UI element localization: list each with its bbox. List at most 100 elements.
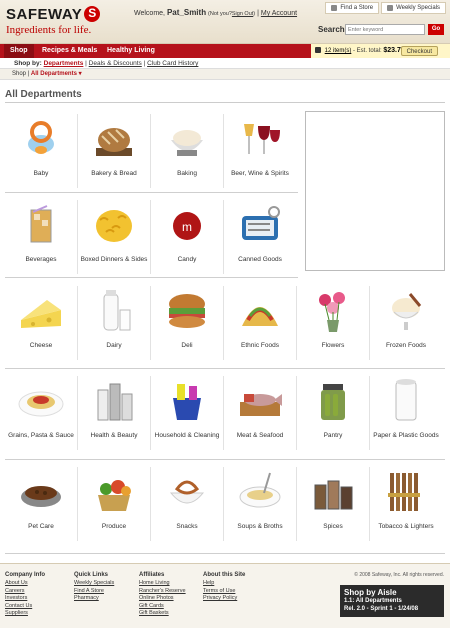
footer-link[interactable]: Careers [5, 588, 45, 596]
department-label[interactable]: Grains, Pasta & Sauce [5, 432, 77, 440]
department-label[interactable]: Paper & Plastic Goods [370, 432, 442, 440]
footer-link[interactable]: Investors [5, 595, 45, 603]
department-label[interactable]: Health & Beauty [78, 432, 150, 440]
shop-by-club-card[interactable]: Club Card History [147, 60, 198, 67]
safeway-logo[interactable]: SAFEWAY Ingredients for life. [6, 6, 101, 36]
department-tile[interactable]: Household & Cleaning [151, 372, 223, 454]
vegetable-basket-icon[interactable] [90, 467, 138, 515]
department-label[interactable]: Candy [151, 256, 223, 264]
pickle-jar-icon[interactable] [309, 376, 357, 424]
milk-bottle-icon[interactable] [90, 286, 138, 334]
spice-jars-icon[interactable] [309, 467, 357, 515]
my-account-link[interactable]: My Account [261, 10, 297, 17]
department-tile[interactable]: Pet Care [5, 463, 77, 545]
flour-bowl-icon[interactable] [163, 114, 211, 162]
sign-out-link[interactable]: Sign Out [232, 11, 253, 17]
footer-link[interactable]: Terms of Use [203, 588, 245, 596]
department-tile[interactable]: Frozen Foods [370, 282, 442, 364]
footer-link[interactable]: Rancher's Reserve [139, 588, 186, 596]
flower-vase-icon[interactable] [309, 286, 357, 334]
department-tile[interactable]: Ethnic Foods [224, 282, 296, 364]
department-label[interactable]: Pantry [297, 432, 369, 440]
department-label[interactable]: Soups & Broths [224, 523, 296, 531]
department-label[interactable]: Pet Care [5, 523, 77, 531]
department-label[interactable]: Household & Cleaning [151, 432, 223, 440]
fish-board-icon[interactable] [236, 376, 284, 424]
spaghetti-icon[interactable] [17, 376, 65, 424]
shop-by-deals[interactable]: Deals & Discounts [89, 60, 142, 67]
footer-link[interactable]: Contact Us [5, 603, 45, 611]
sandwich-icon[interactable] [163, 286, 211, 334]
sardine-can-icon[interactable] [236, 200, 284, 248]
department-tile[interactable]: Beer, Wine & Spirits [224, 110, 296, 192]
department-tile[interactable]: Health & Beauty [78, 372, 150, 454]
macaroni-icon[interactable] [90, 200, 138, 248]
department-tile[interactable]: Meat & Seafood [224, 372, 296, 454]
department-label[interactable]: Dairy [78, 342, 150, 350]
department-label[interactable]: Frozen Foods [370, 342, 442, 350]
footer-link[interactable]: About Us [5, 580, 45, 588]
department-tile[interactable]: Paper & Plastic Goods [370, 372, 442, 454]
department-label[interactable]: Cheese [5, 342, 77, 350]
department-tile[interactable]: Produce [78, 463, 150, 545]
department-label[interactable]: Bakery & Bread [78, 170, 150, 178]
department-tile[interactable]: Spices [297, 463, 369, 545]
nav-tab-shop[interactable]: Shop [4, 44, 34, 58]
department-label[interactable]: Snacks [151, 523, 223, 531]
department-label[interactable]: Beverages [5, 256, 77, 264]
department-tile[interactable]: Boxed Dinners & Sides [78, 196, 150, 278]
department-label[interactable]: Baking [151, 170, 223, 178]
department-tile[interactable]: Bakery & Bread [78, 110, 150, 192]
ice-cream-icon[interactable] [382, 286, 430, 334]
department-tile[interactable]: Deli [151, 282, 223, 364]
department-label[interactable]: Spices [297, 523, 369, 531]
footer-link[interactable]: Weekly Specials [74, 580, 114, 588]
cart-items-link[interactable]: 12 item(s) [325, 48, 352, 54]
iced-drink-icon[interactable] [17, 200, 65, 248]
department-label[interactable]: Meat & Seafood [224, 432, 296, 440]
footer-link[interactable]: Gift Cards [139, 603, 186, 611]
footer-link[interactable]: Help [203, 580, 245, 588]
taco-icon[interactable] [236, 286, 284, 334]
nav-tab-recipes[interactable]: Recipes & Meals [36, 44, 103, 58]
footer-link[interactable]: Gift Baskets [139, 610, 186, 618]
cleaning-bucket-icon[interactable] [163, 376, 211, 424]
advertisement-box[interactable] [305, 111, 445, 271]
bread-loaf-icon[interactable] [90, 114, 138, 162]
department-label[interactable]: Deli [151, 342, 223, 350]
department-label[interactable]: Beer, Wine & Spirits [224, 170, 296, 178]
department-label[interactable]: Canned Goods [224, 256, 296, 264]
pet-bowl-icon[interactable] [17, 467, 65, 515]
department-tile[interactable]: Canned Goods [224, 196, 296, 278]
department-tile[interactable]: Tobacco & Lighters [370, 463, 442, 545]
department-label[interactable]: Boxed Dinners & Sides [78, 256, 150, 264]
footer-link[interactable]: Home Living [139, 580, 186, 588]
checkout-button[interactable]: Checkout [400, 46, 438, 56]
wine-glasses-icon[interactable] [236, 114, 284, 162]
nav-tab-healthy-living[interactable]: Healthy Living [101, 44, 161, 58]
search-input[interactable] [345, 24, 425, 35]
department-tile[interactable]: Pantry [297, 372, 369, 454]
department-tile[interactable]: Dairy [78, 282, 150, 364]
department-tile[interactable]: Grains, Pasta & Sauce [5, 372, 77, 454]
department-tile[interactable]: Baking [151, 110, 223, 192]
find-store-button[interactable]: Find a Store [325, 2, 380, 14]
footer-link[interactable]: Find A Store [74, 588, 114, 596]
department-tile[interactable]: Flowers [297, 282, 369, 364]
breadcrumb-shop[interactable]: Shop [12, 71, 26, 77]
department-label[interactable]: Flowers [297, 342, 369, 350]
footer-link[interactable]: Suppliers [5, 610, 45, 618]
shop-by-departments[interactable]: Departments [44, 60, 84, 67]
pretzel-bowl-icon[interactable] [163, 467, 211, 515]
cigars-icon[interactable] [382, 467, 430, 515]
department-label[interactable]: Ethnic Foods [224, 342, 296, 350]
footer-link[interactable]: Privacy Policy [203, 595, 245, 603]
department-label[interactable]: Tobacco & Lighters [370, 523, 442, 531]
paper-towel-icon[interactable] [382, 376, 430, 424]
candy-icon[interactable]: m [163, 200, 211, 248]
department-tile[interactable]: m Candy [151, 196, 223, 278]
department-tile[interactable]: Snacks [151, 463, 223, 545]
department-tile[interactable]: Cheese [5, 282, 77, 364]
footer-link[interactable]: Pharmacy [74, 595, 114, 603]
department-tile[interactable]: Soups & Broths [224, 463, 296, 545]
